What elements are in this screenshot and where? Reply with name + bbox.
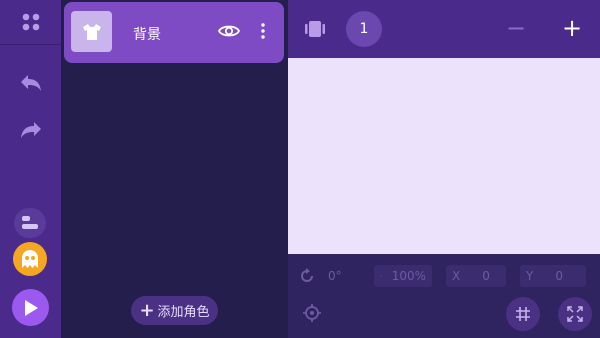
rotation-field[interactable]: 0° [298,264,342,288]
y-value: 0 [555,269,563,283]
y-label: Y [526,269,534,283]
grid-toggle-button[interactable] [506,297,540,331]
redo-icon [20,122,41,138]
grid-dots-icon [22,13,39,31]
add-sprite-button[interactable]: + 添加角色 [131,296,218,325]
sprite-ghost-button[interactable] [13,242,47,276]
sprite-panel: 背景 + 添加角色 [61,0,288,338]
redo-button[interactable] [0,110,61,150]
x-label: X [452,269,461,283]
scale-field[interactable]: 100% [374,264,432,288]
menu-button[interactable] [0,0,61,45]
undo-button[interactable] [0,63,61,103]
scale-icon [380,275,382,277]
zoom-out-button[interactable]: − [506,14,526,42]
rotate-icon [301,268,313,282]
zoom-in-button[interactable]: + [562,13,582,43]
visibility-eye-icon[interactable] [218,23,240,39]
stage-canvas[interactable] [288,58,600,254]
play-button[interactable] [12,289,49,326]
stage-size-icon[interactable] [304,18,326,40]
crosshair-icon[interactable] [302,303,322,323]
rotation-value: 0° [328,269,342,283]
left-rail [0,0,61,338]
x-position-field[interactable]: X 0 [446,264,506,288]
background-item[interactable]: 背景 [64,2,284,63]
background-label: 背景 [133,27,161,43]
x-value: 0 [482,269,490,283]
background-thumbnail [71,11,112,52]
undo-icon [20,75,41,91]
tshirt-icon [82,23,101,40]
add-sprite-label: 添加角色 [157,305,210,320]
costume-tag-icon [22,216,38,229]
app-root: 背景 + 添加角色 1 − + 0° 100% X 0 Y 0 [0,0,600,338]
scale-value: 100% [391,269,426,283]
ghost-icon [22,250,38,268]
more-vertical-icon[interactable] [260,22,266,40]
properties-bar: 0° 100% X 0 Y 0 [288,254,600,338]
plus-icon: + [139,299,155,321]
y-position-field[interactable]: Y 0 [520,264,586,288]
play-icon [24,299,38,316]
stage-toolbar: 1 − + [288,0,600,58]
scene-number-button[interactable]: 1 [346,11,382,47]
costume-tag-button[interactable] [14,208,46,238]
fullscreen-icon [567,306,583,322]
fullscreen-button[interactable] [558,297,592,331]
grid-icon [516,307,530,321]
